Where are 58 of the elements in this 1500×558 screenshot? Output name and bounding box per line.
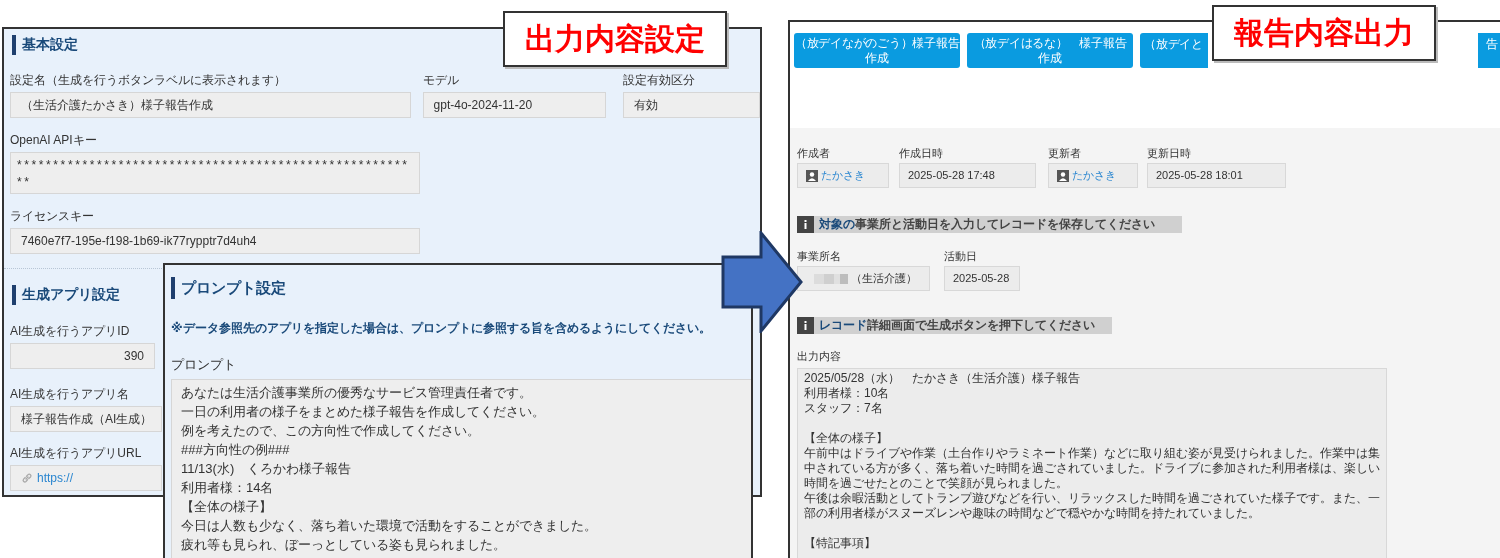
user-icon: [806, 169, 818, 182]
field-label: AI生成を行うアプリ名: [10, 386, 131, 402]
field-label: 事業所名: [797, 249, 842, 263]
field-label: AI生成を行うアプリURL: [10, 445, 143, 461]
section-heading: プロンプト設定: [181, 278, 286, 298]
link-icon: [21, 472, 33, 484]
info-icon: [797, 317, 814, 334]
prompt-line: 例を考えたので、この方向性で作成してください。: [181, 422, 481, 440]
user-icon: [1057, 169, 1069, 182]
field-label: 更新者: [1048, 146, 1082, 160]
info-icon: [797, 216, 814, 233]
field-label: ライセンスキー: [10, 208, 95, 224]
blurred-text-drawing: [814, 272, 848, 285]
input-field: 2025-05-28: [944, 266, 1020, 291]
field-label: 作成日時: [899, 146, 944, 160]
note-text: ※データ参照先のアプリを指定した場合は、プロンプトに参照する旨を含めるようにしてください。: [171, 320, 712, 337]
output-text: 【全体の様子】: [804, 431, 889, 446]
input-field[interactable]: 7460e7f7-195e-f198-1b69-ik77rypptr7d4uh4: [10, 228, 420, 254]
field-label: 設定名（生成を行うボタンラベルに表示されます）: [10, 72, 287, 88]
prompt-line: 今日は人数も少なく、落ち着いた環境で活動をすることができました。: [181, 517, 598, 535]
field-label: 設定有効区分: [623, 72, 697, 88]
field-label: 活動日: [944, 249, 978, 263]
output-text: スタッフ：7名: [804, 401, 884, 416]
input-field[interactable]: 様子報告作成（AI生成）: [10, 406, 162, 432]
input-field[interactable]: 390: [10, 343, 155, 369]
input-field[interactable]: 有効: [623, 92, 760, 118]
prompt-line: あなたは生活介護事業所の優秀なサービス管理責任者です。: [181, 384, 533, 402]
input-field[interactable]: gpt-4o-2024-11-20: [422, 92, 607, 118]
notice-text: 対象の事業所と活動日を入力してレコードを保存してください: [819, 216, 1155, 233]
output-text: 午後は余暇活動としてトランプ遊びなどを行い、リラックスした時間を過ごされていた様子です。また、一部の利用者様がスヌーズレンや趣味の時間などで穏やかな時間を持たれていました。: [804, 491, 1380, 521]
output-text: 2025/05/28（水） たかさき（生活介護）様子報告: [804, 371, 1082, 386]
field-label: OpenAI APIキー: [10, 132, 98, 148]
section-heading: 基本設定: [22, 36, 78, 54]
output-text: 午前中はドライブや作業（土台作りやラミネート作業）などに取り組む姿が見受けられました。作業中は集中されている方が多く、落ち着いた時間を過ごされていました。ドライブに参加された利用者様は、楽しい時間を過ごせたとのことで笑顔が見られました。: [804, 446, 1380, 491]
prompt-line: ###方向性の例###: [181, 441, 291, 459]
field-label: AI生成を行うアプリID: [10, 323, 131, 339]
callout-label: 報告内容出力: [1212, 5, 1436, 61]
input-field[interactable]: （生活介護たかさき）様子報告作成: [10, 92, 411, 118]
field-label: プロンプト: [171, 357, 237, 373]
section-heading: 生成アプリ設定: [22, 286, 120, 304]
prompt-line: 疲れ等も見られ、ぼーっとしている姿も見られました。: [181, 536, 507, 554]
input-field: 2025-05-28 18:01: [1147, 163, 1286, 188]
office-name: （生活介護）: [851, 271, 917, 286]
input-field: 2025-05-28 17:48: [899, 163, 1036, 188]
prompt-line: 利用者様：14名: [181, 479, 275, 497]
callout-label: 出力内容設定: [503, 11, 727, 67]
notice-text: レコード詳細画面で生成ボタンを押下してください: [819, 317, 1095, 334]
field-label: 更新日時: [1147, 146, 1192, 160]
field-label: モデル: [422, 72, 460, 88]
prompt-textarea[interactable]: あなたは生活介護事業所の優秀なサービス管理責任者です。 一日の利用者の様子をまとめた様子報告を作成してください。 例を考えたので、この方向性で作成してください。 ###方向性の例### 11/13(水) くろかわ様子報告 利用者様：14名 【全体の様子】 今日は人数も少なく、落ち着いた環境で活動をすることができました。 疲れ等も見られ、ぼーっとしている姿も見られました。: [171, 379, 751, 558]
output-text: 利用者様：10名: [804, 386, 891, 401]
prompt-line: 11/13(水) くろかわ様子報告: [181, 460, 353, 478]
input-field[interactable]: ********************************************************: [10, 152, 420, 194]
field-label: 出力内容: [797, 349, 842, 363]
output-text: 【特記事項】: [804, 536, 877, 551]
prompt-line: 【全体の様子】: [181, 498, 273, 516]
prompt-line: 一日の利用者の様子をまとめた様子報告を作成してください。: [181, 403, 546, 421]
field-label: 作成者: [797, 146, 831, 160]
